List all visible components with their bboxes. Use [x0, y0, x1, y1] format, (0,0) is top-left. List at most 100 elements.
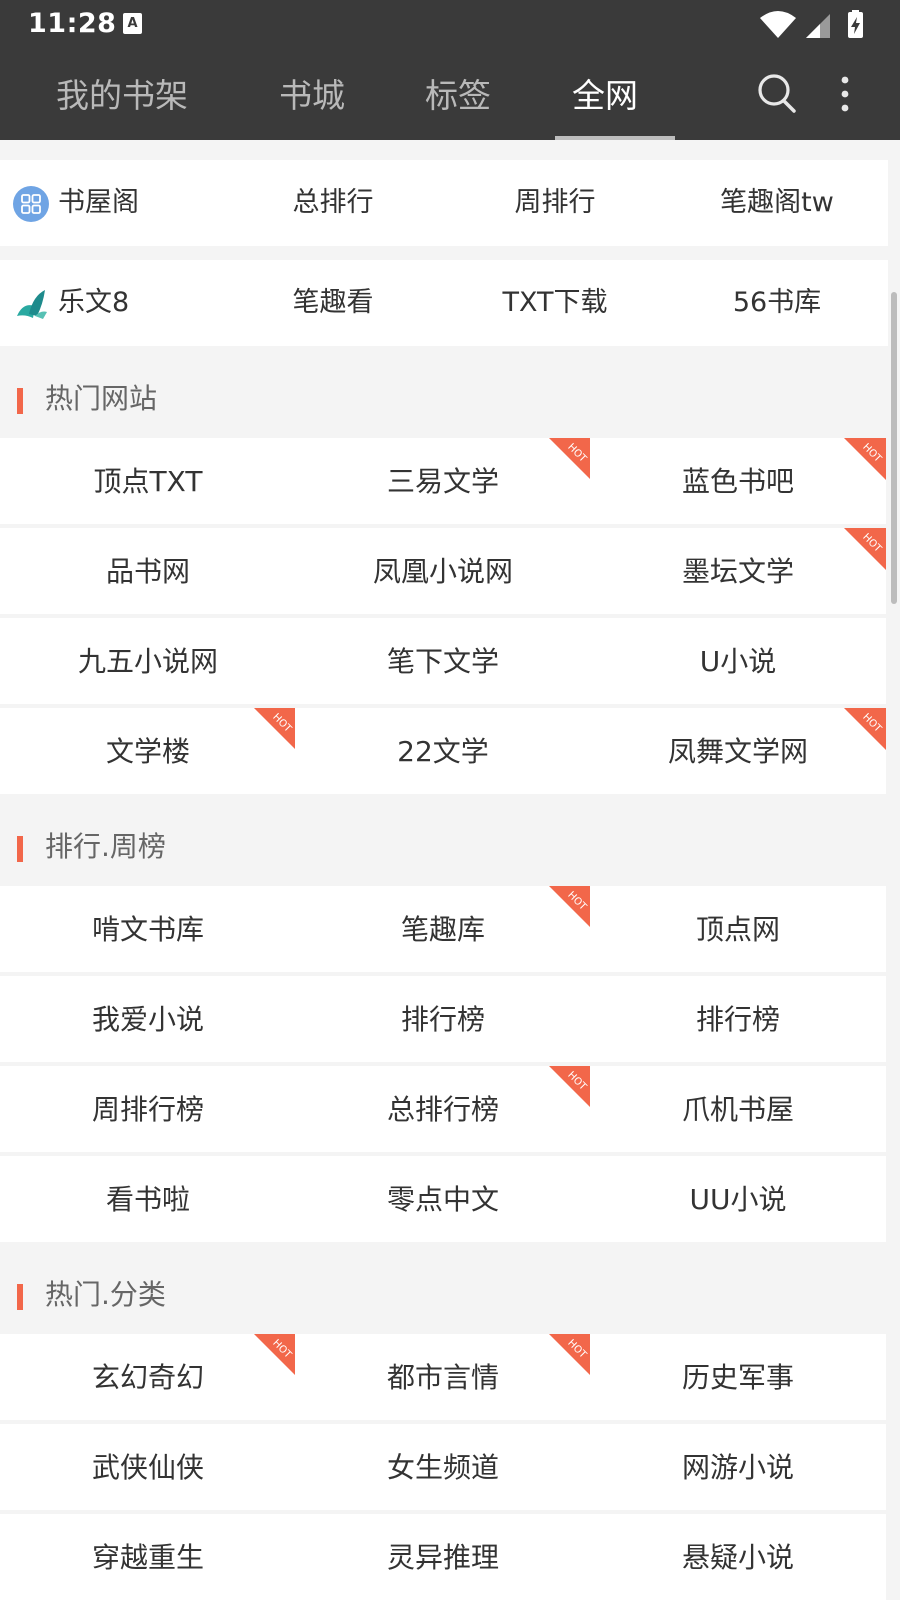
grid-item[interactable]: 武侠仙侠 — [0, 1424, 296, 1510]
grid-item[interactable]: 笔下文学 — [295, 618, 591, 704]
grid-item-label: 九五小说网 — [77, 645, 218, 678]
source-item[interactable]: 周排行 — [444, 160, 666, 246]
grid-item[interactable]: 凤舞文学网 HOT — [590, 708, 886, 794]
grid-item-label: UU小说 — [689, 1183, 787, 1216]
grid-item[interactable]: 排行榜 — [295, 976, 591, 1062]
grid-item-label: 玄幻奇幻 — [91, 1361, 204, 1394]
battery-icon — [848, 10, 863, 38]
signal-icon — [806, 14, 830, 38]
grid-item[interactable]: 周排行榜 — [0, 1066, 296, 1152]
section-accent-bar — [17, 836, 23, 862]
grid-item-label: 22文学 — [397, 735, 489, 768]
source-item[interactable]: 56书库 — [666, 260, 888, 346]
grid-item[interactable]: 蓝色书吧 HOT — [590, 438, 886, 524]
hot-badge-icon: HOT — [844, 708, 886, 750]
source-item[interactable]: 乐文8 — [0, 260, 222, 346]
grid-item[interactable]: 排行榜 — [590, 976, 886, 1062]
grid-item-label: 凤舞文学网 — [667, 735, 808, 768]
grid-item[interactable]: 网游小说 — [590, 1424, 886, 1510]
grid-item-label: 笔下文学 — [386, 645, 499, 678]
grid-item[interactable]: 笔趣库 HOT — [295, 886, 591, 972]
tab-whole-web[interactable]: 全网 — [572, 50, 638, 140]
grid-item[interactable]: 看书啦 — [0, 1156, 296, 1242]
grid-item[interactable]: 文学楼 HOT — [0, 708, 296, 794]
grid-item[interactable]: 我爱小说 — [0, 976, 296, 1062]
tab-bookstore[interactable]: 书城 — [279, 50, 345, 140]
section-header: 排行.周榜 — [0, 800, 900, 890]
grid-item-label: U小说 — [699, 645, 777, 678]
grid-item[interactable]: 九五小说网 — [0, 618, 296, 704]
grid-item-label: 排行榜 — [695, 1003, 780, 1036]
status-time: 11:28 — [28, 8, 117, 39]
grid-item-label: 我爱小说 — [91, 1003, 204, 1036]
grid-item[interactable]: 女生频道 — [295, 1424, 591, 1510]
grid-apps-icon — [13, 186, 49, 222]
grid-item[interactable]: 爪机书屋 — [590, 1066, 886, 1152]
grid-item[interactable]: 悬疑小说 — [590, 1514, 886, 1600]
more-vert-icon[interactable] — [835, 70, 855, 118]
grid-item-label: 三易文学 — [386, 465, 499, 498]
grid-item[interactable]: 三易文学 HOT — [295, 438, 591, 524]
grid-item-label: 历史军事 — [681, 1361, 794, 1394]
source-row: 书屋阁 总排行 周排行 笔趣阁tw — [0, 160, 897, 246]
grid-item[interactable]: UU小说 — [590, 1156, 886, 1242]
grid-item[interactable]: 顶点TXT — [0, 438, 296, 524]
grid-item-label: 笔趣库 — [400, 913, 485, 946]
grid-item[interactable]: 凤凰小说网 — [295, 528, 591, 614]
status-bar: 11:28 A — [0, 0, 900, 50]
grid-item[interactable]: 总排行榜 HOT — [295, 1066, 591, 1152]
grid-item-label: 女生频道 — [386, 1451, 499, 1484]
grid-item-label: 都市言情 — [386, 1361, 499, 1394]
hot-badge-icon: HOT — [254, 708, 296, 750]
grid-item-label: 排行榜 — [400, 1003, 485, 1036]
grid-item-label: 灵异推理 — [386, 1541, 499, 1574]
scrollbar[interactable] — [891, 292, 897, 604]
grid-item[interactable]: 历史军事 — [590, 1334, 886, 1420]
wifi-icon — [760, 11, 796, 38]
section-accent-bar — [17, 388, 23, 414]
grid-item-label: 看书啦 — [105, 1183, 190, 1216]
section-title: 热门.分类 — [45, 1278, 166, 1311]
grid-item[interactable]: 啃文书库 — [0, 886, 296, 972]
source-item[interactable]: 笔趣看 — [222, 260, 444, 346]
tab-bookshelf[interactable]: 我的书架 — [56, 50, 188, 140]
section-header: 热门网站 — [0, 352, 900, 442]
grid-item-label: 蓝色书吧 — [681, 465, 794, 498]
content-area: 书屋阁 总排行 周排行 笔趣阁tw 乐文8 笔趣看 TXT下载 56书库 热门网… — [0, 140, 900, 1600]
tab-tags[interactable]: 标签 — [425, 50, 491, 140]
grid-item[interactable]: U小说 — [590, 618, 886, 704]
grid-item[interactable]: 灵异推理 — [295, 1514, 591, 1600]
source-item[interactable]: 笔趣阁tw — [666, 160, 888, 246]
grid-item[interactable]: 品书网 — [0, 528, 296, 614]
grid-item[interactable]: 顶点网 — [590, 886, 886, 972]
grid-item-label: 爪机书屋 — [681, 1093, 794, 1126]
grid-item-label: 文学楼 — [105, 735, 190, 768]
grid-item[interactable]: 玄幻奇幻 HOT — [0, 1334, 296, 1420]
source-row: 乐文8 笔趣看 TXT下载 56书库 — [0, 260, 897, 346]
grid-item-label: 顶点网 — [695, 913, 780, 946]
grid-item[interactable]: 零点中文 — [295, 1156, 591, 1242]
grid-item-label: 网游小说 — [681, 1451, 794, 1484]
section-title: 热门网站 — [45, 382, 158, 415]
hot-badge-icon: HOT — [549, 886, 591, 928]
grid-item-label: 品书网 — [105, 555, 190, 588]
source-item[interactable]: TXT下载 — [444, 260, 666, 346]
top-app-bar: 我的书架 书城 标签 全网 — [0, 50, 900, 140]
hot-badge-icon: HOT — [549, 1334, 591, 1376]
search-icon[interactable] — [756, 70, 798, 118]
grid-item-label: 总排行榜 — [386, 1093, 499, 1126]
source-label: 书屋阁 — [58, 187, 139, 218]
grid-item-label: 啃文书库 — [91, 913, 204, 946]
grid-item-label: 零点中文 — [386, 1183, 499, 1216]
section-title: 排行.周榜 — [45, 830, 166, 863]
grid-item[interactable]: 穿越重生 — [0, 1514, 296, 1600]
grid-item[interactable]: 22文学 — [295, 708, 591, 794]
source-item[interactable]: 书屋阁 — [0, 160, 222, 246]
grid-item-label: 悬疑小说 — [681, 1541, 794, 1574]
hot-badge-icon: HOT — [254, 1334, 296, 1376]
notification-icon: A — [123, 13, 142, 34]
source-item[interactable]: 总排行 — [222, 160, 444, 246]
book-logo-icon — [17, 290, 47, 319]
grid-item[interactable]: 都市言情 HOT — [295, 1334, 591, 1420]
grid-item[interactable]: 墨坛文学 HOT — [590, 528, 886, 614]
